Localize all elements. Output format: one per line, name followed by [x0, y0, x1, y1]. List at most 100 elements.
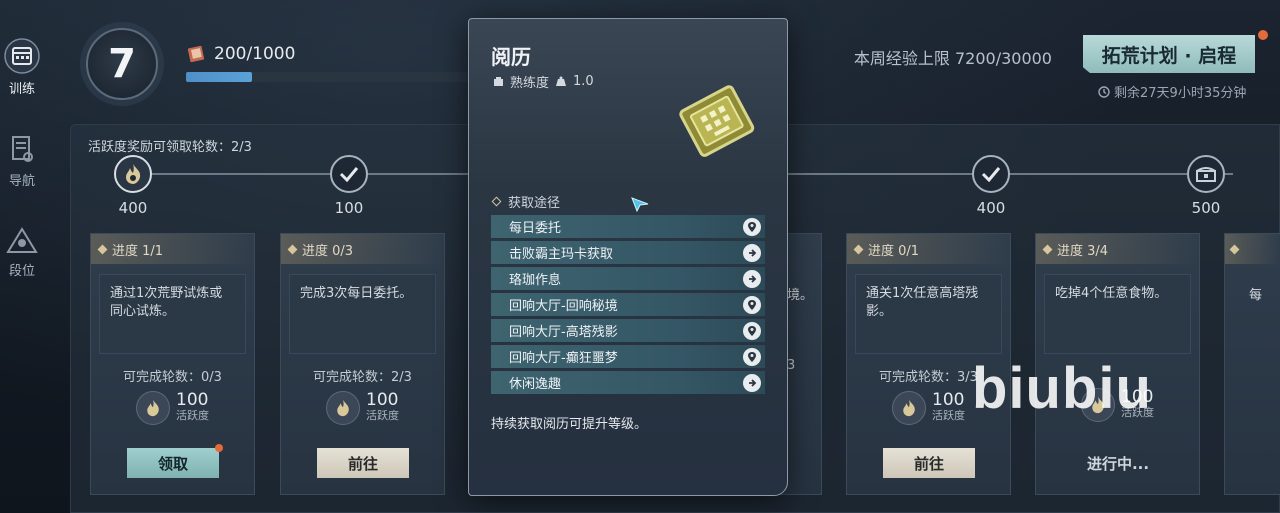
task-progress-header: 进度 0/3 [281, 234, 444, 264]
task-progress-header: 进度 0/1 [847, 234, 1010, 264]
task-card-1: 进度 1/1 通过1次荒野试炼或同心试炼。 可完成轮数：0/3 100 活跃度 领… [90, 233, 255, 495]
clock-icon [1098, 85, 1110, 98]
task-description-fragment: 每 [1249, 288, 1263, 303]
task-card-6-partial: 每 [1224, 233, 1280, 495]
level-badge: 7 [86, 28, 158, 100]
watermark: biubiu [972, 356, 1152, 421]
remaining-time-text: 剩余27天9小时35分钟 [1114, 86, 1247, 101]
nav-item-rank[interactable]: 段位 [0, 226, 44, 279]
proficiency-label: 熟练度 [510, 76, 550, 91]
guide-book-icon [12, 136, 33, 162]
in-progress-label: 进行中... [1086, 454, 1150, 473]
source-label: 回响大厅-回响秘境 [509, 299, 618, 314]
reward-unit: 活跃度 [932, 409, 965, 422]
task-card-2: 进度 0/3 完成3次每日委托。 可完成轮数：2/3 100 活跃度 前往 [280, 233, 445, 495]
milestone-500-chest[interactable] [1187, 155, 1225, 193]
nav-item-guide[interactable]: 导航 [0, 134, 44, 189]
experience-item-icon [679, 85, 755, 157]
task-progress-header [1225, 234, 1280, 264]
sources-list: 每日委托 击败霸主玛卡获取 珞珈作息 回响大厅-回响秘境 回响大厅-高塔残影 回… [491, 215, 765, 397]
cursor-icon [631, 197, 649, 212]
diamond-icon [853, 244, 864, 254]
reward-amount: 100 [366, 390, 399, 410]
reward-amount: 100 [176, 390, 209, 410]
rank-icon [6, 227, 38, 253]
location-pin-icon [743, 321, 761, 340]
flame-icon [326, 391, 360, 425]
nav-item-training[interactable]: 训练 [0, 38, 44, 97]
xp-value: 200/1000 [214, 44, 296, 64]
flame-icon [126, 164, 141, 184]
arrow-right-icon [743, 373, 761, 392]
milestone-400-check [972, 155, 1010, 193]
task-reward: 100 活跃度 [281, 391, 444, 425]
source-item-overlord[interactable]: 击败霸主玛卡获取 [491, 241, 765, 264]
source-item-tower-shadow[interactable]: 回响大厅-高塔残影 [491, 319, 765, 342]
task-progress-header: 进度 1/1 [91, 234, 254, 264]
source-item-leisure[interactable]: 休闲逸趣 [491, 371, 765, 394]
source-label: 休闲逸趣 [509, 377, 562, 392]
task-progress: 进度 0/3 [302, 243, 354, 259]
book-icon [187, 45, 205, 63]
nav-label-rank: 段位 [8, 264, 35, 279]
item-meta: 熟练度 1.0 [493, 72, 594, 91]
xp-progress-bar [186, 72, 516, 82]
reward-unit: 活跃度 [366, 409, 399, 422]
location-pin-icon [743, 217, 761, 236]
check-icon [339, 167, 359, 182]
diamond-icon [97, 244, 108, 254]
diamond-icon [1229, 244, 1240, 254]
go-button[interactable]: 前往 [317, 448, 409, 478]
source-item-daily-commission[interactable]: 每日委托 [491, 215, 765, 238]
flame-icon [892, 391, 926, 425]
source-label: 回响大厅-高塔残影 [509, 325, 618, 340]
claim-button-label: 领取 [157, 454, 188, 473]
proficiency-value: 1.0 [573, 74, 594, 89]
task-reward: 100 活跃度 [91, 391, 254, 425]
reward-unit: 活跃度 [176, 409, 209, 422]
nav-label-training: 训练 [8, 82, 35, 97]
task-description: 完成3次每日委托。 [289, 274, 436, 354]
diamond-icon [287, 244, 298, 254]
flame-icon [136, 391, 170, 425]
sources-title: 获取途径 [508, 196, 561, 211]
milestone-400-flame[interactable] [114, 155, 152, 193]
xp-progress-fill [186, 72, 252, 82]
chest-icon [1196, 167, 1216, 182]
pioneer-plan-button[interactable]: 拓荒计划 · 启程 [1083, 35, 1255, 73]
milestone-value: 400 [976, 199, 1006, 217]
sources-header: 获取途径 [491, 192, 561, 211]
task-description: 通过1次荒野试炼或同心试炼。 [99, 274, 246, 354]
diamond-icon [1042, 244, 1053, 254]
task-description: 吃掉4个任意食物。 [1044, 274, 1191, 354]
go-button[interactable]: 前往 [883, 448, 975, 478]
arrow-right-icon [743, 269, 761, 288]
notification-dot [215, 444, 223, 452]
milestone-value: 100 [334, 199, 364, 217]
arrow-right-icon [743, 243, 761, 262]
reward-amount: 100 [932, 390, 965, 410]
source-label: 击败霸主玛卡获取 [509, 247, 614, 262]
milestone-value: 400 [118, 199, 148, 217]
milestone-100-check [330, 155, 368, 193]
milestone-value: 500 [1191, 199, 1221, 217]
proficiency-icon [494, 77, 503, 86]
task-rounds-fragment: 3 [787, 358, 796, 373]
source-item-echo-realm[interactable]: 回响大厅-回响秘境 [491, 293, 765, 316]
remaining-time: 剩余27天9小时35分钟 [1098, 82, 1246, 101]
location-pin-icon [743, 347, 761, 366]
check-icon [981, 167, 1001, 182]
task-description-fragment: 境。 [787, 288, 814, 303]
item-title: 阅历 [491, 45, 531, 69]
source-item-luojia-routine[interactable]: 珞珈作息 [491, 267, 765, 290]
diamond-outline-icon [491, 196, 502, 207]
task-progress: 进度 1/1 [112, 243, 164, 259]
source-label: 回响大厅-癫狂噩梦 [509, 351, 618, 366]
calendar-icon [4, 38, 40, 74]
claim-button[interactable]: 领取 [127, 444, 223, 478]
xp-row: 200/1000 [186, 44, 295, 64]
notification-dot [1258, 30, 1268, 40]
item-tooltip-popup: 阅历 熟练度 1.0 获取途径 每日委托 击败霸主玛卡获取 珞珈作息 回响大厅-… [468, 18, 788, 496]
task-description: 通关1次任意高塔残影。 [855, 274, 1002, 354]
source-item-mad-nightmare[interactable]: 回响大厅-癫狂噩梦 [491, 345, 765, 368]
